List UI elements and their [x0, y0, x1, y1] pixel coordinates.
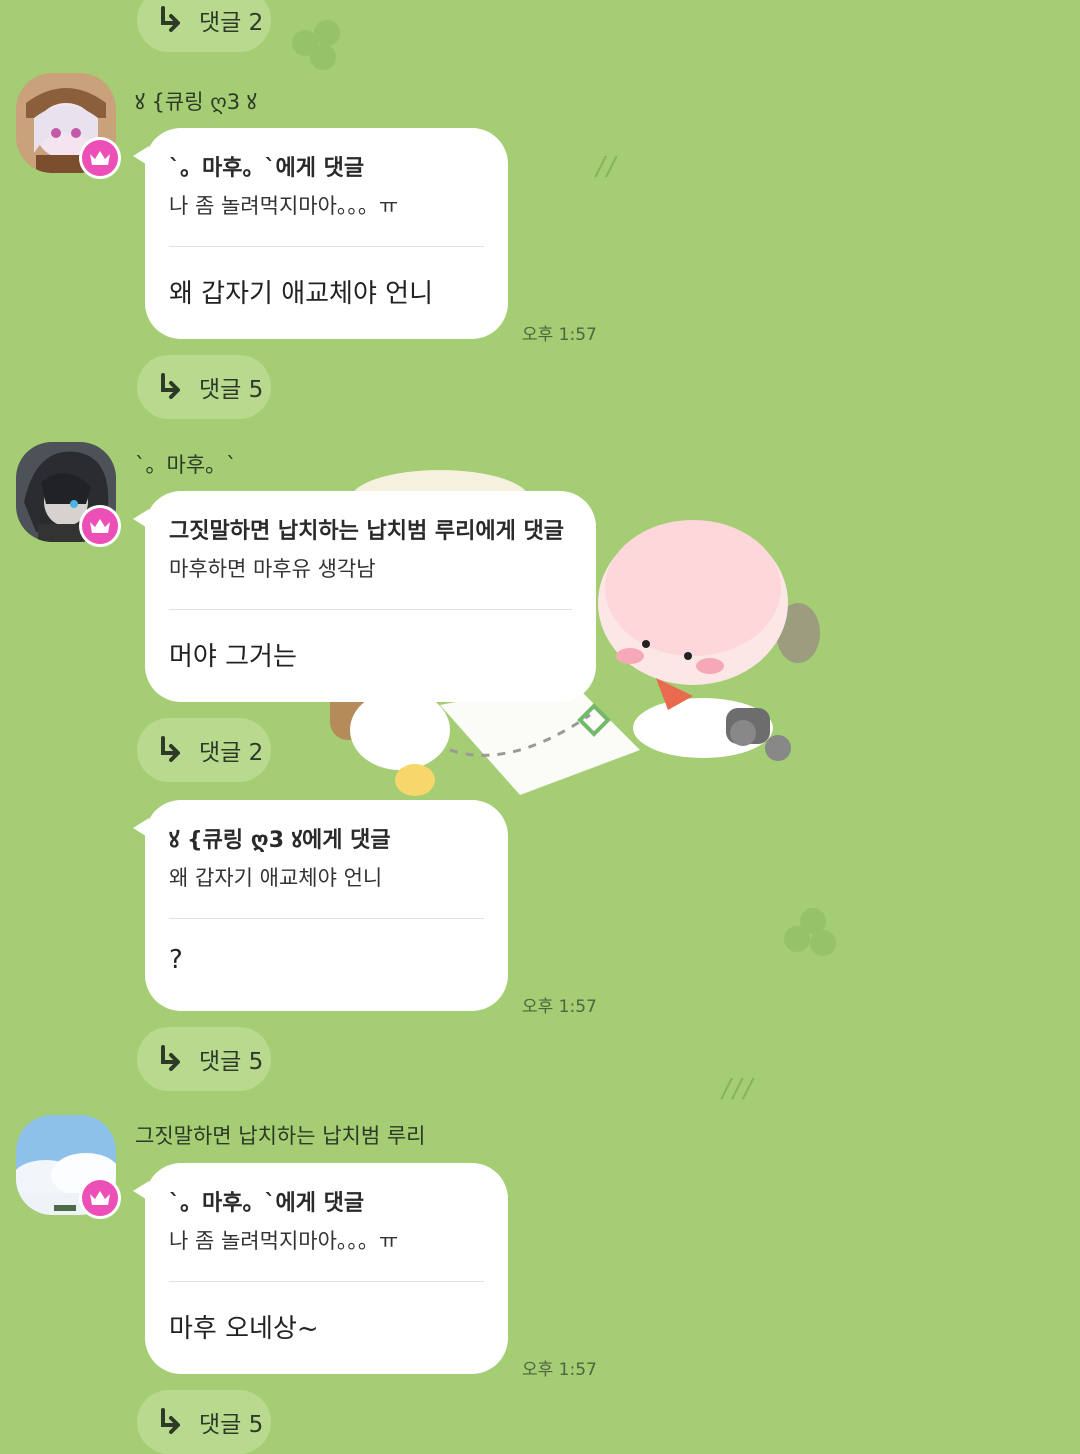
message-bubble[interactable]: `。마후。`에게 댓글 나 좀 놀려먹지마아。。。ㅠ 왜 갑자기 애교체야 언니	[133, 128, 508, 339]
reply-arrow-icon	[161, 1408, 180, 1434]
message-bubble[interactable]: `。마후。`에게 댓글 나 좀 놀려먹지마아。。。ㅠ 마후 오네상~	[133, 1163, 508, 1374]
quoted-text: 나 좀 놀려먹지마아。。。ㅠ	[169, 194, 399, 218]
reply-arrow-icon	[161, 1045, 180, 1071]
timestamp: 오후 1:57	[522, 997, 597, 1017]
reply-count-label: 댓글 2	[199, 740, 264, 766]
reply-count-label: 댓글 5	[199, 1049, 264, 1075]
quote-header: `。마후。`에게 댓글	[169, 1191, 365, 1216]
quote-header: `。마후。`에게 댓글	[169, 156, 365, 181]
reply-count-button[interactable]: 댓글 2	[137, 718, 271, 782]
crown-badge	[79, 1177, 121, 1219]
quoted-text: 왜 갑자기 애교체야 언니	[169, 866, 383, 890]
quote-header: 그짓말하면 납치하는 납치범 루리에게 댓글	[169, 519, 564, 544]
sender-name: 그짓말하면 납치하는 납치범 루리	[135, 1124, 426, 1148]
clover-decoration	[784, 908, 840, 964]
clover-decoration	[292, 20, 348, 76]
grass-decoration: ///	[722, 1074, 755, 1104]
timestamp: 오후 1:57	[522, 1360, 597, 1380]
reply-count-button[interactable]: 댓글 5	[137, 355, 271, 419]
reply-count-label: 댓글 5	[199, 1412, 264, 1438]
message-text: 마후 오네상~	[169, 1314, 319, 1344]
reply-arrow-icon	[161, 736, 180, 762]
message-text: 머야 그거는	[169, 642, 297, 672]
reply-count-button[interactable]: 댓글 2	[137, 0, 271, 52]
reply-count-button[interactable]: 댓글 5	[137, 1390, 271, 1454]
crown-badge	[79, 137, 121, 179]
message-bubble[interactable]: 그짓말하면 납치하는 납치범 루리에게 댓글 마후하면 마후유 생각남 머야 그…	[133, 491, 596, 702]
quoted-text: 나 좀 놀려먹지마아。。。ㅠ	[169, 1229, 399, 1253]
crown-icon	[90, 151, 110, 165]
reply-count-label: 댓글 2	[199, 10, 264, 36]
sender-name: `。마후。`	[135, 453, 237, 477]
timestamp: 오후 1:57	[522, 325, 597, 345]
crown-badge	[79, 505, 121, 547]
sender-name: ꙋ {큐링 ღ3 ꙋ	[135, 90, 257, 114]
message-text: 왜 갑자기 애교체야 언니	[169, 279, 433, 309]
reply-arrow-icon	[161, 373, 180, 399]
message-text: ?	[169, 945, 183, 975]
crown-icon	[90, 519, 110, 533]
message-bubble[interactable]: ꙋ {큐링 ღ3 ꙋ에게 댓글 왜 갑자기 애교체야 언니 ?	[133, 800, 508, 1011]
reply-count-label: 댓글 5	[199, 377, 264, 403]
grass-decoration: //	[596, 152, 618, 182]
crown-icon	[90, 1191, 110, 1205]
reply-arrow-icon	[161, 6, 180, 32]
quoted-text: 마후하면 마후유 생각남	[169, 557, 376, 581]
peach-character-sticker	[598, 520, 820, 761]
quote-header: ꙋ {큐링 ღ3 ꙋ에게 댓글	[169, 828, 391, 853]
reply-count-button[interactable]: 댓글 5	[137, 1027, 271, 1091]
